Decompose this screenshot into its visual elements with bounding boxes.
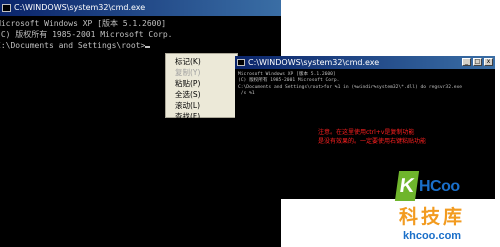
console-command-line: /s %1 — [238, 91, 255, 97]
text-cursor — [145, 46, 151, 48]
console-prompt-line: C:\Documents and Settings\root> — [0, 40, 281, 51]
console-output[interactable]: Microsoft Windows XP [版本 5.1.2600] (C) 版权… — [0, 16, 281, 51]
annotation-note: 注意。在这里使用ctrl+v是复制功能 是没有效果的。一定要使用右键粘贴功能 — [318, 128, 426, 146]
cmd-icon — [237, 59, 245, 66]
menu-item-paste[interactable]: 粘贴(P) — [166, 78, 237, 89]
menu-item-copy: 复制(Y) — [175, 68, 201, 77]
window-title: C:\WINDOWS\system32\cmd.exe — [14, 3, 146, 12]
logo-badge-k: K — [394, 171, 420, 201]
logo-chinese-name: 科技库 — [399, 206, 466, 228]
console-line: (C) 版权所有 1985-2001 Microsoft Corp. — [0, 30, 173, 39]
minimize-button[interactable]: _ — [462, 58, 471, 66]
maximize-button[interactable]: □ — [473, 58, 482, 66]
cmd-icon — [2, 4, 11, 12]
watermark-logo: K HCoo 科技库 khcoo.com — [385, 171, 500, 247]
logo-badge-text: HCoo — [419, 178, 460, 195]
console-line: Microsoft Windows XP [版本 5.1.2600] — [0, 19, 167, 28]
menu-item-mark[interactable]: 标记(K) — [166, 56, 237, 67]
window-titlebar[interactable]: C:\WINDOWS\system32\cmd.exe — [0, 0, 281, 16]
note-line: 注意。在这里使用ctrl+v是复制功能 — [318, 129, 415, 136]
menu-item-find[interactable]: 查找(F)... — [166, 111, 237, 122]
logo-badge: K HCoo — [394, 171, 475, 209]
context-menu: 标记(K) 复制(Y) 粘贴(P) 全选(S) 滚动(L) 查找(F)... — [165, 53, 238, 121]
note-line: 是没有效果的。一定要使用右键粘贴功能 — [318, 138, 427, 145]
window-titlebar[interactable]: C:\WINDOWS\system32\cmd.exe _ □ x — [235, 56, 495, 69]
console-command-line: C:\Documents and Settings\root>for %1 in… — [238, 84, 463, 90]
window-title: C:\WINDOWS\system32\cmd.exe — [248, 58, 380, 67]
menu-item-select-all[interactable]: 全选(S) — [166, 89, 237, 100]
console-output[interactable]: Microsoft Windows XP [版本 5.1.2600] (C) 版权… — [235, 69, 495, 98]
logo-url: khcoo.com — [403, 230, 462, 242]
menu-item-scroll[interactable]: 滚动(L) — [166, 100, 237, 111]
close-button[interactable]: x — [484, 58, 493, 66]
console-prompt: C:\Documents and Settings\root> — [0, 41, 146, 50]
